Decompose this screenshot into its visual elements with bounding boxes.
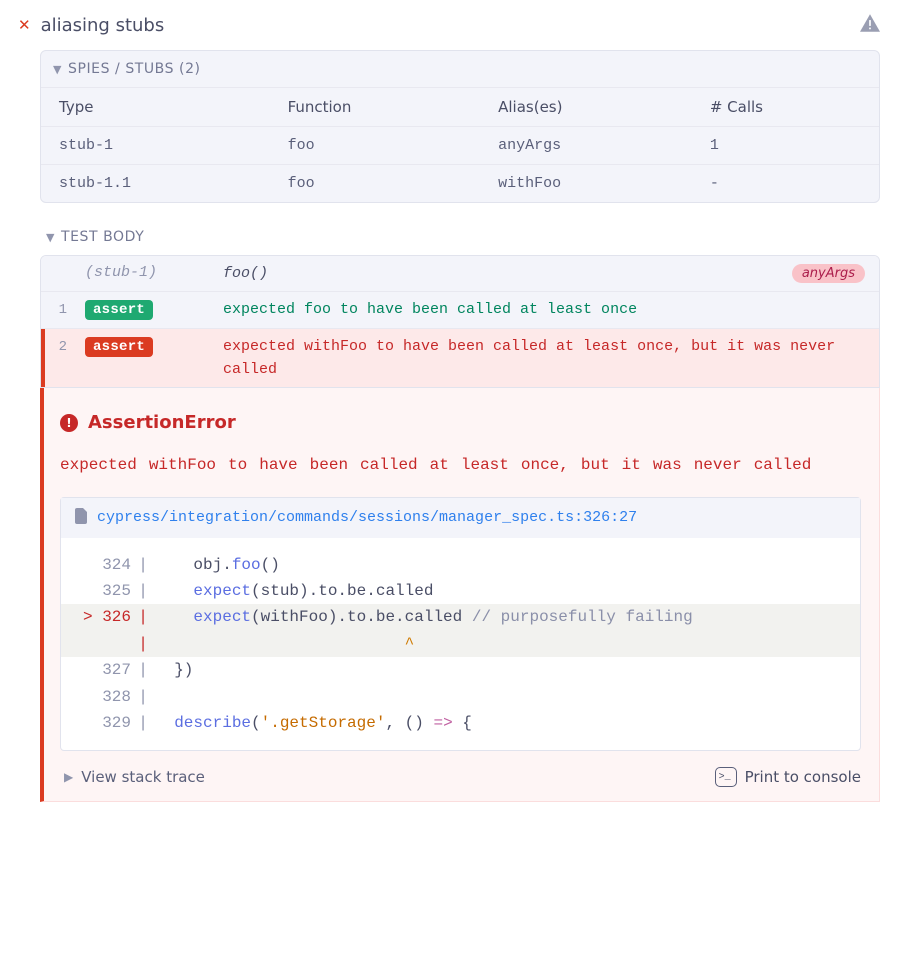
- command-row-assert-fail[interactable]: 2 assert expected withFoo to have been c…: [41, 329, 879, 388]
- cell-type: stub-1: [41, 127, 270, 165]
- assert-message: expected withFoo to have been called at …: [223, 335, 865, 382]
- cell-calls: -: [692, 165, 879, 203]
- test-body-label: TEST BODY: [61, 229, 144, 245]
- cell-calls: 1: [692, 127, 879, 165]
- cell-type: stub-1.1: [41, 165, 270, 203]
- table-row[interactable]: stub-1 foo anyArgs 1: [41, 127, 879, 165]
- code-line: 324| obj.foo(): [61, 552, 860, 578]
- command-row-call[interactable]: (stub-1) foo() anyArgs: [41, 256, 879, 292]
- warning-icon[interactable]: [860, 14, 880, 36]
- error-panel: ! AssertionError expected withFoo to hav…: [40, 388, 880, 802]
- th-calls: # Calls: [692, 88, 879, 127]
- stubs-header[interactable]: ▼ SPIES / STUBS (2): [41, 51, 879, 87]
- assert-message: expected foo to have been called at leas…: [223, 298, 865, 321]
- file-icon: [75, 508, 89, 528]
- error-header: ! AssertionError: [60, 402, 861, 453]
- test-title: aliasing stubs: [41, 15, 165, 36]
- error-circle-icon: !: [60, 414, 78, 432]
- error-footer: ▶ View stack trace >_ Print to console: [60, 751, 861, 787]
- stubs-header-label: SPIES / STUBS (2): [68, 61, 201, 77]
- row-number: 2: [49, 335, 67, 355]
- stubs-section: ▼ SPIES / STUBS (2) Type Function Alias(…: [40, 50, 880, 203]
- table-header-row: Type Function Alias(es) # Calls: [41, 88, 879, 127]
- print-to-console-button[interactable]: >_ Print to console: [715, 767, 861, 787]
- command-list: (stub-1) foo() anyArgs 1 assert expected…: [40, 255, 880, 388]
- fail-icon: ✕: [18, 16, 31, 34]
- source-file-row[interactable]: cypress/integration/commands/sessions/ma…: [61, 498, 860, 538]
- print-label: Print to console: [745, 768, 861, 786]
- code-line: 328|: [61, 684, 860, 710]
- chevron-right-icon: ▶: [64, 770, 73, 784]
- chevron-down-icon: ▼: [46, 231, 55, 244]
- test-title-row: ✕ aliasing stubs: [18, 10, 880, 50]
- assert-pill: assert: [85, 298, 205, 320]
- th-alias: Alias(es): [480, 88, 692, 127]
- th-function: Function: [270, 88, 481, 127]
- source-block: cypress/integration/commands/sessions/ma…: [60, 497, 861, 752]
- code-line-caret: | ^: [61, 631, 860, 657]
- code-line: 329| describe('.getStorage', () => {: [61, 710, 860, 736]
- code-line: 327| }): [61, 657, 860, 683]
- error-message: expected withFoo to have been called at …: [60, 453, 861, 497]
- error-title: AssertionError: [88, 412, 236, 433]
- terminal-icon: >_: [715, 767, 737, 787]
- test-body-header[interactable]: ▼ TEST BODY: [18, 221, 880, 255]
- th-type: Type: [41, 88, 270, 127]
- source-file-link[interactable]: cypress/integration/commands/sessions/ma…: [97, 509, 637, 526]
- chevron-down-icon: ▼: [53, 63, 62, 76]
- stubs-table: Type Function Alias(es) # Calls stub-1 f…: [41, 87, 879, 202]
- cell-function: foo: [270, 127, 481, 165]
- view-stack-trace-button[interactable]: View stack trace: [81, 768, 205, 786]
- table-row[interactable]: stub-1.1 foo withFoo -: [41, 165, 879, 203]
- cell-alias: withFoo: [480, 165, 692, 203]
- call-text: foo(): [223, 262, 774, 285]
- stub-alias: (stub-1): [85, 262, 205, 281]
- cell-alias: anyArgs: [480, 127, 692, 165]
- code-frame: 324| obj.foo() 325| expect(stub).to.be.c…: [61, 538, 860, 751]
- alias-badge: anyArgs: [792, 264, 865, 283]
- cell-function: foo: [270, 165, 481, 203]
- row-number: [49, 262, 67, 266]
- row-number: 1: [49, 298, 67, 318]
- command-row-assert-pass[interactable]: 1 assert expected foo to have been calle…: [41, 292, 879, 328]
- code-line: 325| expect(stub).to.be.called: [61, 578, 860, 604]
- assert-pill: assert: [85, 335, 205, 357]
- code-line-highlight: > 326| expect(withFoo).to.be.called // p…: [61, 604, 860, 630]
